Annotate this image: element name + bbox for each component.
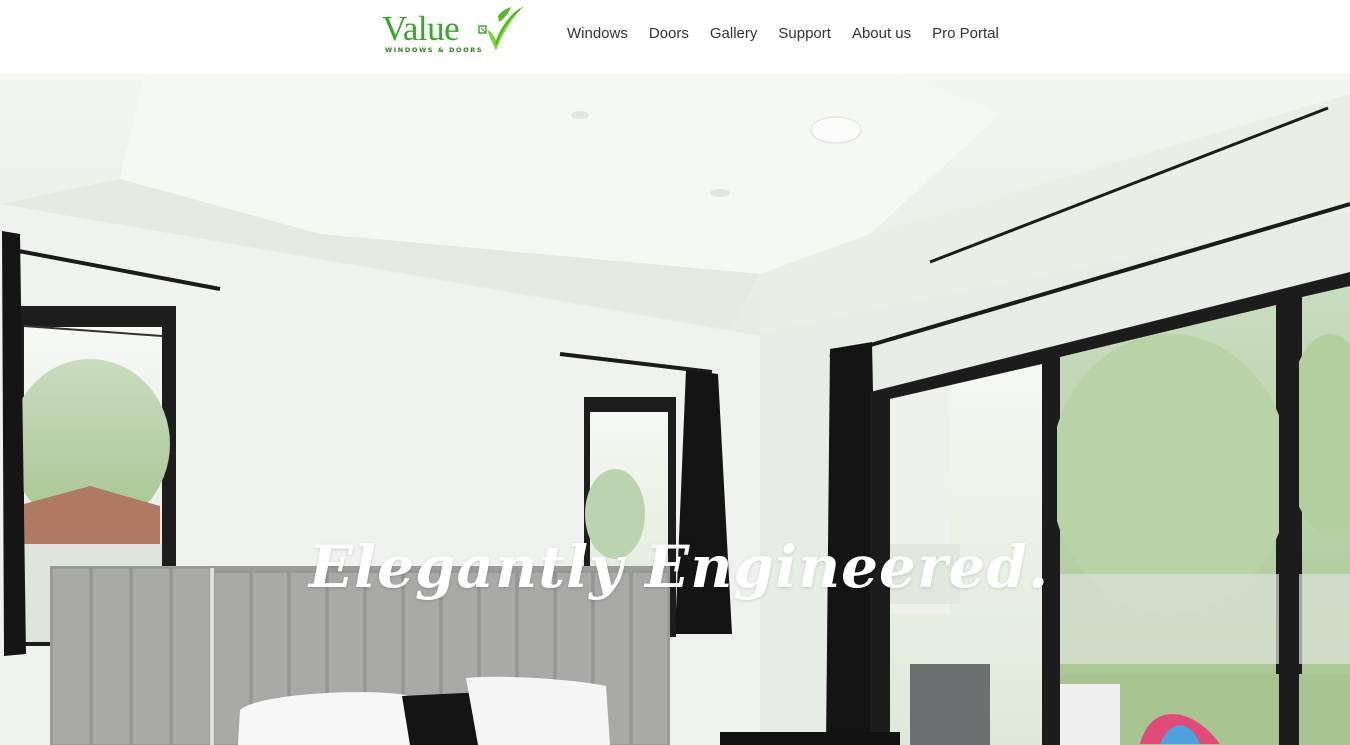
hero-bedroom-image (0, 74, 1350, 745)
nav-doors[interactable]: Doors (649, 24, 689, 44)
nav-windows[interactable]: Windows (567, 24, 628, 44)
leaf-check-icon (478, 6, 524, 51)
main-nav: Windows Doors Gallery Support About us P… (567, 24, 999, 44)
nav-about-us[interactable]: About us (852, 24, 911, 44)
nav-support[interactable]: Support (778, 24, 831, 44)
brand-logo-tagline: WINDOWS & DOORS (385, 46, 484, 54)
site-header: Value WINDOWS & DOORS Windows Doors Gall… (0, 0, 1350, 74)
hero-banner: Elegantly Engineered. (0, 74, 1350, 745)
brand-logo[interactable]: Value WINDOWS & DOORS (382, 4, 528, 56)
brand-logo-wordmark: Value (382, 9, 460, 48)
nav-pro-portal[interactable]: Pro Portal (932, 24, 999, 44)
nav-gallery[interactable]: Gallery (710, 24, 758, 44)
hero-title: Elegantly Engineered. (308, 533, 1050, 601)
